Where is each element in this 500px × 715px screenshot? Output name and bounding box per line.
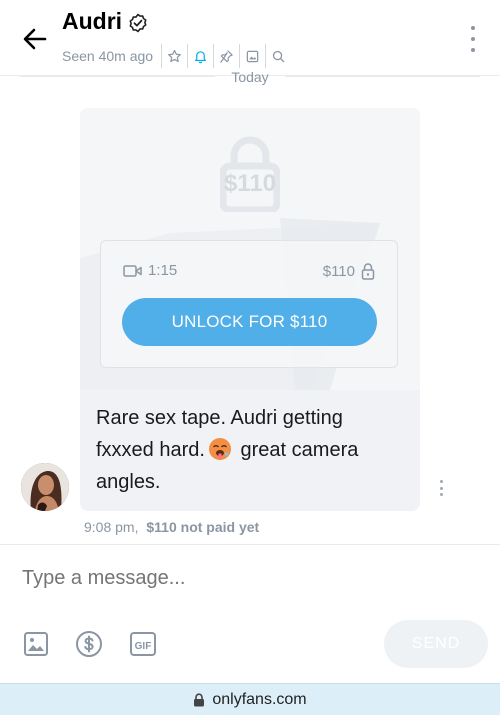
small-lock-icon: [361, 263, 375, 280]
unlock-button[interactable]: UNLOCK FOR $110: [122, 298, 377, 346]
chat-title[interactable]: Audri: [62, 8, 122, 35]
last-seen: Seen 40m ago: [62, 48, 154, 64]
media-price: $110: [323, 262, 375, 280]
more-options-button[interactable]: [468, 26, 478, 52]
message-input[interactable]: [22, 564, 462, 592]
avatar-image: [21, 463, 69, 511]
back-arrow-icon: [23, 28, 47, 50]
unlock-card: 1:15 $110 UNLOCK FOR $110: [100, 240, 398, 368]
message-time: 9:08 pm,: [84, 519, 139, 535]
avatar[interactable]: [21, 463, 69, 511]
duration-text: 1:15: [148, 262, 178, 279]
verified-icon: [129, 13, 147, 32]
chat-header: Audri Seen 40m ago: [0, 0, 500, 76]
locked-media: $110 1:15 $110 UNLOCK FOR $110: [80, 108, 420, 390]
gif-button[interactable]: GIF: [129, 630, 157, 658]
message-meta: 9:08 pm, $110 not paid yet: [84, 519, 259, 535]
video-icon: [123, 264, 142, 277]
attach-media-button[interactable]: [22, 630, 50, 658]
composer-divider: [0, 544, 500, 545]
image-icon: [246, 50, 259, 62]
pin-icon: [220, 49, 233, 63]
browser-url-bar[interactable]: onlyfans.com: [0, 683, 500, 715]
lock-icon: [194, 692, 205, 706]
search-icon: [272, 50, 285, 62]
media-gallery-button[interactable]: [239, 44, 265, 68]
more-icon: [471, 26, 475, 30]
message-text: Rare sex tape. Audri getting fxxxed hard…: [96, 402, 406, 498]
price-text: $110: [322, 262, 355, 280]
send-button[interactable]: SEND: [384, 620, 488, 668]
price-button[interactable]: [75, 630, 103, 658]
drooling-face-emoji-icon: [208, 438, 231, 460]
title-row: Audri: [62, 8, 148, 35]
url-text: onlyfans.com: [212, 690, 307, 708]
message-bubble: $110 1:15 $110 UNLOCK FOR $110 Rare sex …: [80, 108, 420, 511]
pin-button[interactable]: [213, 44, 239, 68]
locked-price-watermark: $110: [223, 170, 277, 197]
favorite-button[interactable]: [161, 44, 187, 68]
video-duration: 1:15: [123, 262, 177, 279]
header-subrow: Seen 40m ago: [62, 44, 291, 68]
notifications-button[interactable]: [187, 44, 213, 68]
dollar-icon: [76, 631, 102, 657]
search-button[interactable]: [265, 44, 291, 68]
message-options-button[interactable]: [438, 480, 444, 496]
payment-status: $110 not paid yet: [146, 519, 260, 535]
svg-text:GIF: GIF: [135, 641, 152, 652]
back-button[interactable]: [18, 22, 52, 56]
image-icon: [24, 632, 48, 656]
date-label: Today: [231, 69, 269, 85]
date-divider: Today: [20, 67, 480, 87]
bell-icon: [195, 50, 207, 63]
star-icon: [168, 49, 181, 62]
gif-icon: GIF: [130, 632, 156, 656]
